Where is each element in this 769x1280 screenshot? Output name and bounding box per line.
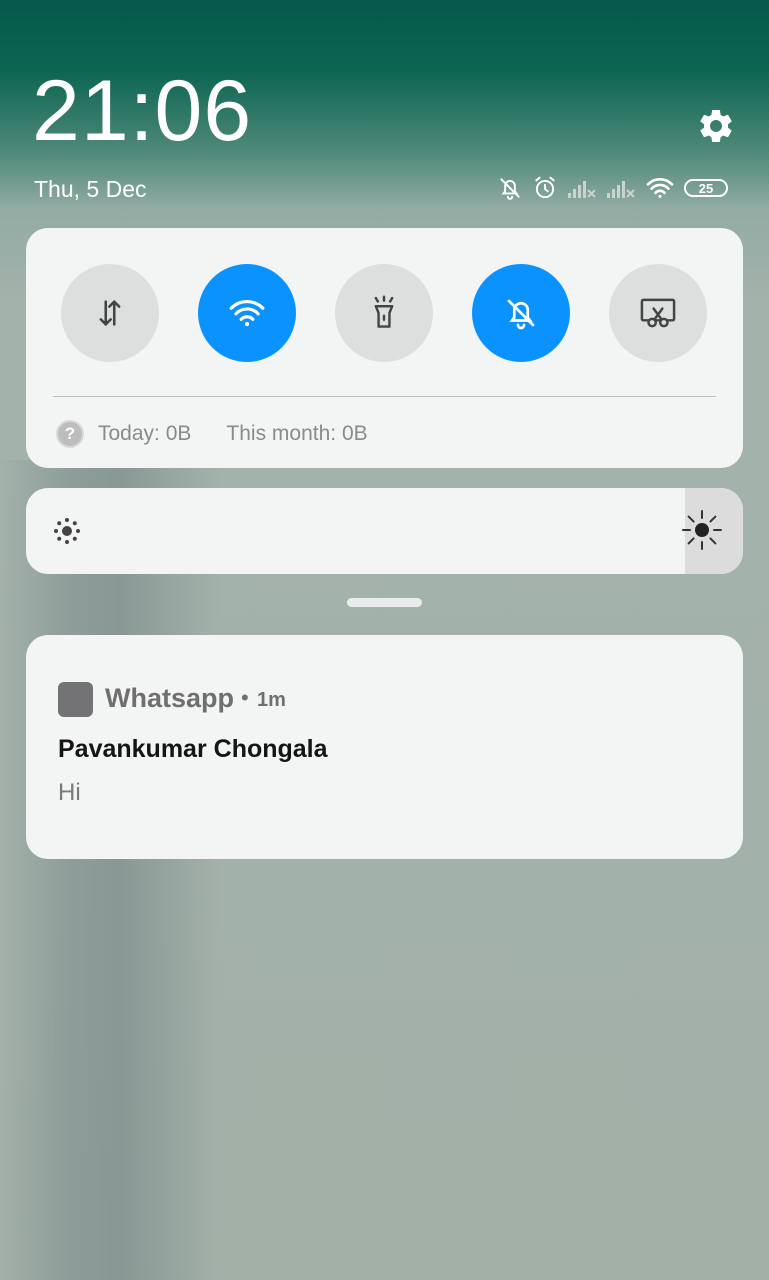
- battery-level: 25: [698, 180, 714, 196]
- notification-sender: Pavankumar Chongala: [58, 735, 328, 763]
- flashlight-icon: [374, 295, 394, 328]
- quick-settings-panel: ? Today: 0B This month: 0B: [26, 228, 743, 468]
- brightness-slider[interactable]: [26, 488, 743, 574]
- toggle-wifi[interactable]: [198, 264, 296, 362]
- signal-off-icon: [568, 181, 596, 198]
- brightness-high-icon: [682, 510, 722, 550]
- toggle-screenshot[interactable]: [609, 264, 707, 362]
- separator-dot: •: [241, 685, 249, 710]
- help-icon[interactable]: ?: [56, 420, 84, 448]
- app-icon: [58, 682, 93, 717]
- usage-month: This month: 0B: [226, 422, 368, 445]
- battery-indicator: 25: [684, 179, 728, 197]
- bell-off-icon: [507, 299, 535, 330]
- notification-card[interactable]: Whatsapp • 1m Pavankumar Chongala Hi: [26, 635, 743, 859]
- date: Thu, 5 Dec: [34, 176, 147, 202]
- clock: 21:06: [32, 63, 253, 159]
- gear-icon: [700, 109, 732, 142]
- alarm-icon: [535, 176, 555, 199]
- panel-drag-handle[interactable]: [347, 598, 422, 607]
- usage-today: Today: 0B: [98, 422, 192, 445]
- toggle-flashlight[interactable]: [335, 264, 433, 362]
- signal-off-icon: [607, 181, 635, 198]
- data-arrows-icon: [99, 300, 121, 326]
- notification-message: Hi: [58, 779, 81, 806]
- wifi-icon: [646, 178, 674, 198]
- settings-button[interactable]: [694, 104, 738, 148]
- notification-app-name: Whatsapp: [105, 683, 235, 713]
- background-blur: [0, 460, 230, 1280]
- bell-off-icon: [500, 178, 520, 200]
- toggle-mobile-data[interactable]: [61, 264, 159, 362]
- brightness-low-icon: [54, 518, 80, 544]
- status-bar-icons: 25: [497, 172, 728, 204]
- divider: [53, 396, 716, 397]
- data-usage: ? Today: 0B This month: 0B: [56, 418, 368, 450]
- scissors-icon: [640, 298, 676, 328]
- notification-time: 1m: [257, 689, 286, 711]
- wifi-icon: [229, 300, 265, 327]
- toggle-silent[interactable]: [472, 264, 570, 362]
